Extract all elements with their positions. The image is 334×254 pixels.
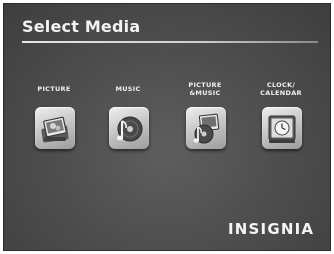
picture-music-label: PICTURE &MUSIC [188,81,222,97]
picture-option[interactable]: PICTURE [16,80,92,180]
clock-calendar-tile[interactable] [262,107,302,149]
insignia-logo: INSIGNIA [228,220,315,238]
music-label: MUSIC [115,85,141,93]
music-tile[interactable] [109,107,149,149]
picture-tile[interactable] [35,107,75,149]
picture-music-option[interactable]: PICTURE &MUSIC [167,80,243,180]
clock-calendar-option[interactable]: CLOCK/ CALENDAR [243,80,319,180]
picture-icon [41,116,69,143]
music-icon [116,116,143,142]
picture-music-icon [193,113,220,144]
picture-music-tile[interactable] [186,107,226,149]
clock-calendar-label: CLOCK/ CALENDAR [260,81,302,97]
music-option[interactable]: MUSIC [90,80,166,180]
picture-label: PICTURE [37,85,71,93]
title-divider [22,41,318,43]
media-menu-screen: Select Media PICTURE MUSIC PICTURE &MUSI… [3,3,331,251]
clock-calendar-icon [268,115,296,143]
page-title: Select Media [22,17,141,36]
